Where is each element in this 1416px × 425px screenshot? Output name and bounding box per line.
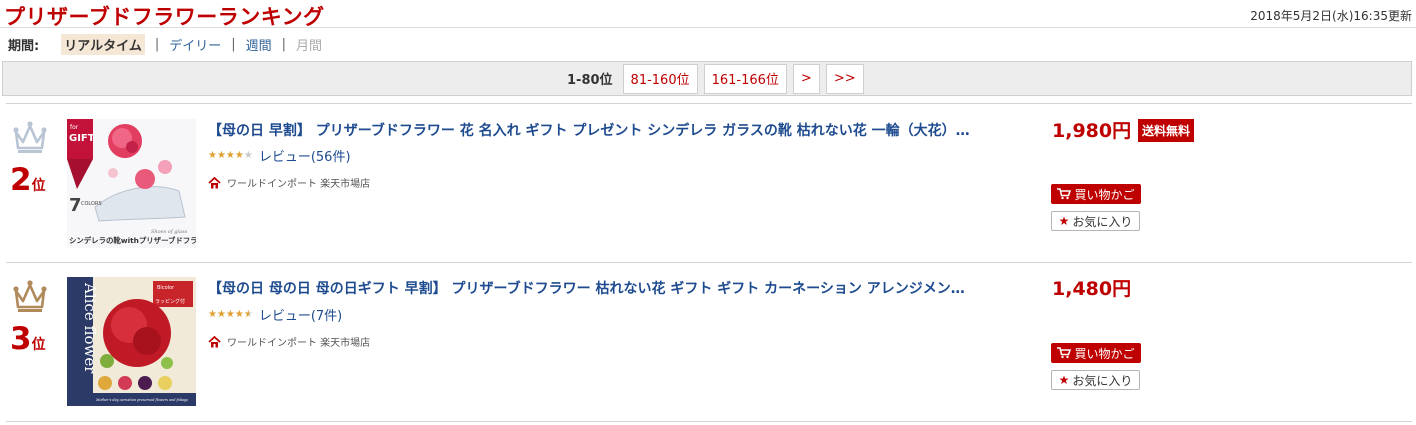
tab-separator: | [281, 36, 287, 52]
star-icon: ★ [1058, 214, 1070, 228]
tab-separator: | [231, 36, 236, 52]
cart-icon [1057, 188, 1072, 200]
bronze-crown-icon [13, 280, 47, 312]
product-title-link[interactable]: 【母の日 母の日 母の日ギフト 早割】 プリザーブドフラワー 枯れない花 ギフト… [208, 278, 988, 298]
cart-label: 買い物かご [1074, 187, 1135, 202]
star-icon: ★ [1058, 373, 1070, 387]
product-rating: ★★★★★ レビュー(7件) [208, 305, 342, 324]
svg-text:ラッピング付: ラッピング付 [155, 298, 185, 305]
star-rating-icon: ★★★★★ [208, 150, 253, 161]
cart-label: 買い物かご [1074, 346, 1135, 361]
period-label: 期間: [8, 38, 40, 54]
svg-text:7: 7 [69, 195, 82, 216]
free-shipping-badge: 送料無料 [1138, 119, 1195, 142]
shop-name: ワールドインポート 楽天市場店 [227, 179, 371, 190]
product-price: 1,480円 [1052, 278, 1132, 300]
shop-link[interactable]: ワールドインポート 楽天市場店 [208, 175, 370, 190]
svg-text:Alice flower: Alice flower [81, 282, 99, 374]
product-title-link[interactable]: 【母の日 早割】 プリザーブドフラワー 花 名入れ ギフト プレゼント シンデレ… [208, 120, 988, 140]
add-to-cart-button[interactable]: 買い物かご [1051, 343, 1141, 363]
svg-text:Bicolor: Bicolor [157, 285, 175, 291]
current-page-range: 1-80位 [567, 73, 613, 88]
review-count-link[interactable]: レビュー(56件) [259, 146, 351, 165]
cart-icon [1057, 347, 1072, 359]
tab-realtime[interactable]: リアルタイム [61, 33, 145, 55]
star-rating-icon: ★★★★★ [208, 309, 253, 320]
favorite-button[interactable]: ★ お気に入り [1051, 211, 1140, 231]
item-divider [6, 262, 1412, 263]
tab-monthly: 月間 [296, 38, 323, 54]
pagination-bar: 1-80位 81-160位 161-166位 > >> [2, 61, 1412, 96]
product-image[interactable]: for GIFT 7 COLORS Shoes of glass シンデレラの靴… [67, 119, 196, 248]
svg-text:GIFT: GIFT [69, 133, 95, 144]
favorite-label: お気に入り [1072, 214, 1133, 229]
silver-crown-icon [13, 121, 47, 153]
tab-separator: | [154, 36, 160, 52]
product-image[interactable]: Bicolor ラッピング付 Mother's day carnation pr… [67, 277, 196, 406]
product-rating: ★★★★★ レビュー(56件) [208, 146, 351, 165]
product-price: 1,980円 [1052, 120, 1132, 142]
shop-home-icon [208, 176, 221, 188]
favorite-button[interactable]: ★ お気に入り [1051, 370, 1140, 390]
svg-text:シンデレラの靴withプリザーブドフラワー: シンデレラの靴withプリザーブドフラワー [69, 236, 196, 245]
add-to-cart-button[interactable]: 買い物かご [1051, 184, 1141, 204]
item-divider [6, 421, 1412, 422]
shop-name: ワールドインポート 楽天市場店 [227, 338, 371, 349]
period-tabs: 期間: リアルタイム | デイリー | 週間 | 月間 [8, 33, 323, 55]
page-link-161-166[interactable]: 161-166位 [703, 63, 787, 94]
last-page-button[interactable]: >> [825, 63, 864, 94]
next-page-button[interactable]: > [792, 63, 820, 94]
page-link-81-160[interactable]: 81-160位 [622, 63, 698, 94]
tab-daily[interactable]: デイリー [169, 35, 221, 54]
rank-label: 2位 [10, 162, 46, 198]
title-divider [0, 27, 1416, 28]
favorite-label: お気に入り [1072, 373, 1133, 388]
svg-text:for: for [70, 124, 79, 131]
shop-link[interactable]: ワールドインポート 楽天市場店 [208, 334, 370, 349]
shop-home-icon [208, 335, 221, 347]
tab-weekly[interactable]: 週間 [246, 35, 272, 54]
item-divider [6, 103, 1412, 104]
svg-text:Mother's day carnation preserv: Mother's day carnation preserved flowers… [95, 398, 188, 402]
update-timestamp: 2018年5月2日(水)16:35更新 [1250, 9, 1412, 23]
svg-text:Shoes of glass: Shoes of glass [151, 229, 188, 235]
svg-text:COLORS: COLORS [81, 201, 102, 207]
rank-label: 3位 [10, 321, 46, 357]
review-count-link[interactable]: レビュー(7件) [259, 305, 342, 324]
half-star-icon: ★ [243, 309, 253, 320]
